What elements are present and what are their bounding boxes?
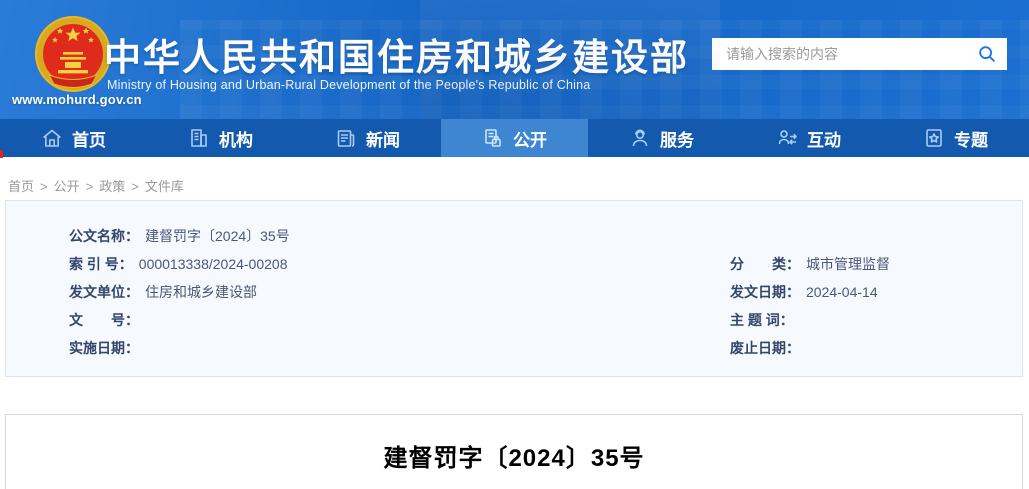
meta-value: 建督罚字〔2024〕35号 xyxy=(145,228,290,244)
meta-category: 分 类： 城市管理监督 xyxy=(730,250,1022,278)
site-logo[interactable] xyxy=(33,14,113,94)
meta-label: 文 号： xyxy=(69,312,139,328)
meta-repeal-date: 废止日期： xyxy=(730,334,1022,362)
meta-doc-name: 公文名称： 建督罚字〔2024〕35号 xyxy=(69,222,730,250)
search-icon xyxy=(979,46,995,62)
meta-value: 城市管理监督 xyxy=(806,256,890,272)
nav-label: 机构 xyxy=(219,130,253,150)
nav-item-disclosure[interactable]: 公开 xyxy=(441,119,588,157)
red-accent-mark xyxy=(0,150,3,158)
meta-label: 分 类： xyxy=(730,256,800,272)
meta-value: 2024-04-14 xyxy=(806,284,878,300)
meta-row: 文 号： 主 题 词： xyxy=(69,306,1022,334)
search-box xyxy=(712,38,1007,70)
document-title: 建督罚字〔2024〕35号 xyxy=(383,445,645,472)
meta-index-no: 索 引 号： 000013338/2024-00208 xyxy=(69,250,730,278)
meta-label: 废止日期： xyxy=(730,340,800,356)
disclosure-icon xyxy=(485,129,501,147)
meta-row: 实施日期： 废止日期： xyxy=(69,334,1022,362)
breadcrumb-library[interactable]: 文件库 xyxy=(145,179,184,194)
meta-issue-date: 发文日期： 2024-04-14 xyxy=(730,278,1022,306)
site-title-cn: 中华人民共和国住房和城乡建设部 xyxy=(104,37,689,78)
interaction-icon xyxy=(778,130,797,145)
meta-label: 公文名称： xyxy=(69,228,139,244)
nav-label: 新闻 xyxy=(366,130,400,150)
nav-item-service[interactable]: 服务 xyxy=(588,119,735,157)
service-icon xyxy=(632,129,648,147)
nav-item-organization[interactable]: 机构 xyxy=(147,119,294,157)
main-nav: 首页 机构 新闻 公开 服务 互动 专题 xyxy=(0,119,1029,157)
nav-item-home[interactable]: 首页 xyxy=(0,119,147,157)
meta-value: 000013338/2024-00208 xyxy=(138,256,288,272)
meta-impl-date: 实施日期： xyxy=(69,334,730,362)
breadcrumb-separator: > xyxy=(40,179,48,194)
meta-value: 住房和城乡建设部 xyxy=(145,284,257,300)
meta-label: 索 引 号： xyxy=(69,256,133,272)
nav-item-topic[interactable]: 专题 xyxy=(882,119,1029,157)
home-icon xyxy=(42,129,62,147)
meta-row: 索 引 号： 000013338/2024-00208 分 类： 城市管理监督 xyxy=(69,250,1022,278)
search-input[interactable] xyxy=(712,38,967,70)
meta-row: 发文单位： 住房和城乡建设部 发文日期： 2024-04-14 xyxy=(69,278,1022,306)
site-title-en: Ministry of Housing and Urban-Rural Deve… xyxy=(107,78,591,92)
topic-icon xyxy=(926,129,942,147)
meta-row: 公文名称： 建督罚字〔2024〕35号 xyxy=(69,222,1022,250)
site-header: www.mohurd.gov.cn 中华人民共和国住房和城乡建设部 Minist… xyxy=(0,0,1029,119)
breadcrumb-separator: > xyxy=(131,179,139,194)
national-emblem-icon xyxy=(35,16,111,92)
breadcrumb-separator: > xyxy=(85,179,94,194)
meta-doc-no: 文 号： xyxy=(69,306,730,334)
organization-icon xyxy=(191,129,207,147)
nav-label: 公开 xyxy=(513,130,547,150)
search-button[interactable] xyxy=(967,38,1007,70)
breadcrumb-home[interactable]: 首页 xyxy=(8,179,34,194)
meta-label: 发文日期： xyxy=(730,284,800,300)
nav-label: 首页 xyxy=(72,130,106,150)
nav-label: 互动 xyxy=(807,130,841,150)
meta-label: 主 题 词： xyxy=(730,312,794,328)
meta-subject-words: 主 题 词： xyxy=(730,306,1022,334)
meta-label: 发文单位： xyxy=(69,284,139,300)
document-card: 建督罚字〔2024〕35号 xyxy=(5,414,1023,489)
nav-label: 专题 xyxy=(954,130,988,150)
nav-item-interaction[interactable]: 互动 xyxy=(735,119,882,157)
news-icon xyxy=(337,130,355,147)
breadcrumb: 首页 > 公开 > 政策 > 文件库 xyxy=(0,157,1029,194)
nav-label: 服务 xyxy=(660,130,694,150)
meta-label: 实施日期： xyxy=(69,340,139,356)
breadcrumb-disclosure[interactable]: 公开 xyxy=(54,179,80,194)
document-metadata-card: 公文名称： 建督罚字〔2024〕35号 索 引 号： 000013338/202… xyxy=(5,200,1023,377)
nav-item-news[interactable]: 新闻 xyxy=(294,119,441,157)
breadcrumb-policy[interactable]: 政策 xyxy=(99,179,125,194)
site-url: www.mohurd.gov.cn xyxy=(12,92,142,107)
meta-issuing-unit: 发文单位： 住房和城乡建设部 xyxy=(69,278,730,306)
